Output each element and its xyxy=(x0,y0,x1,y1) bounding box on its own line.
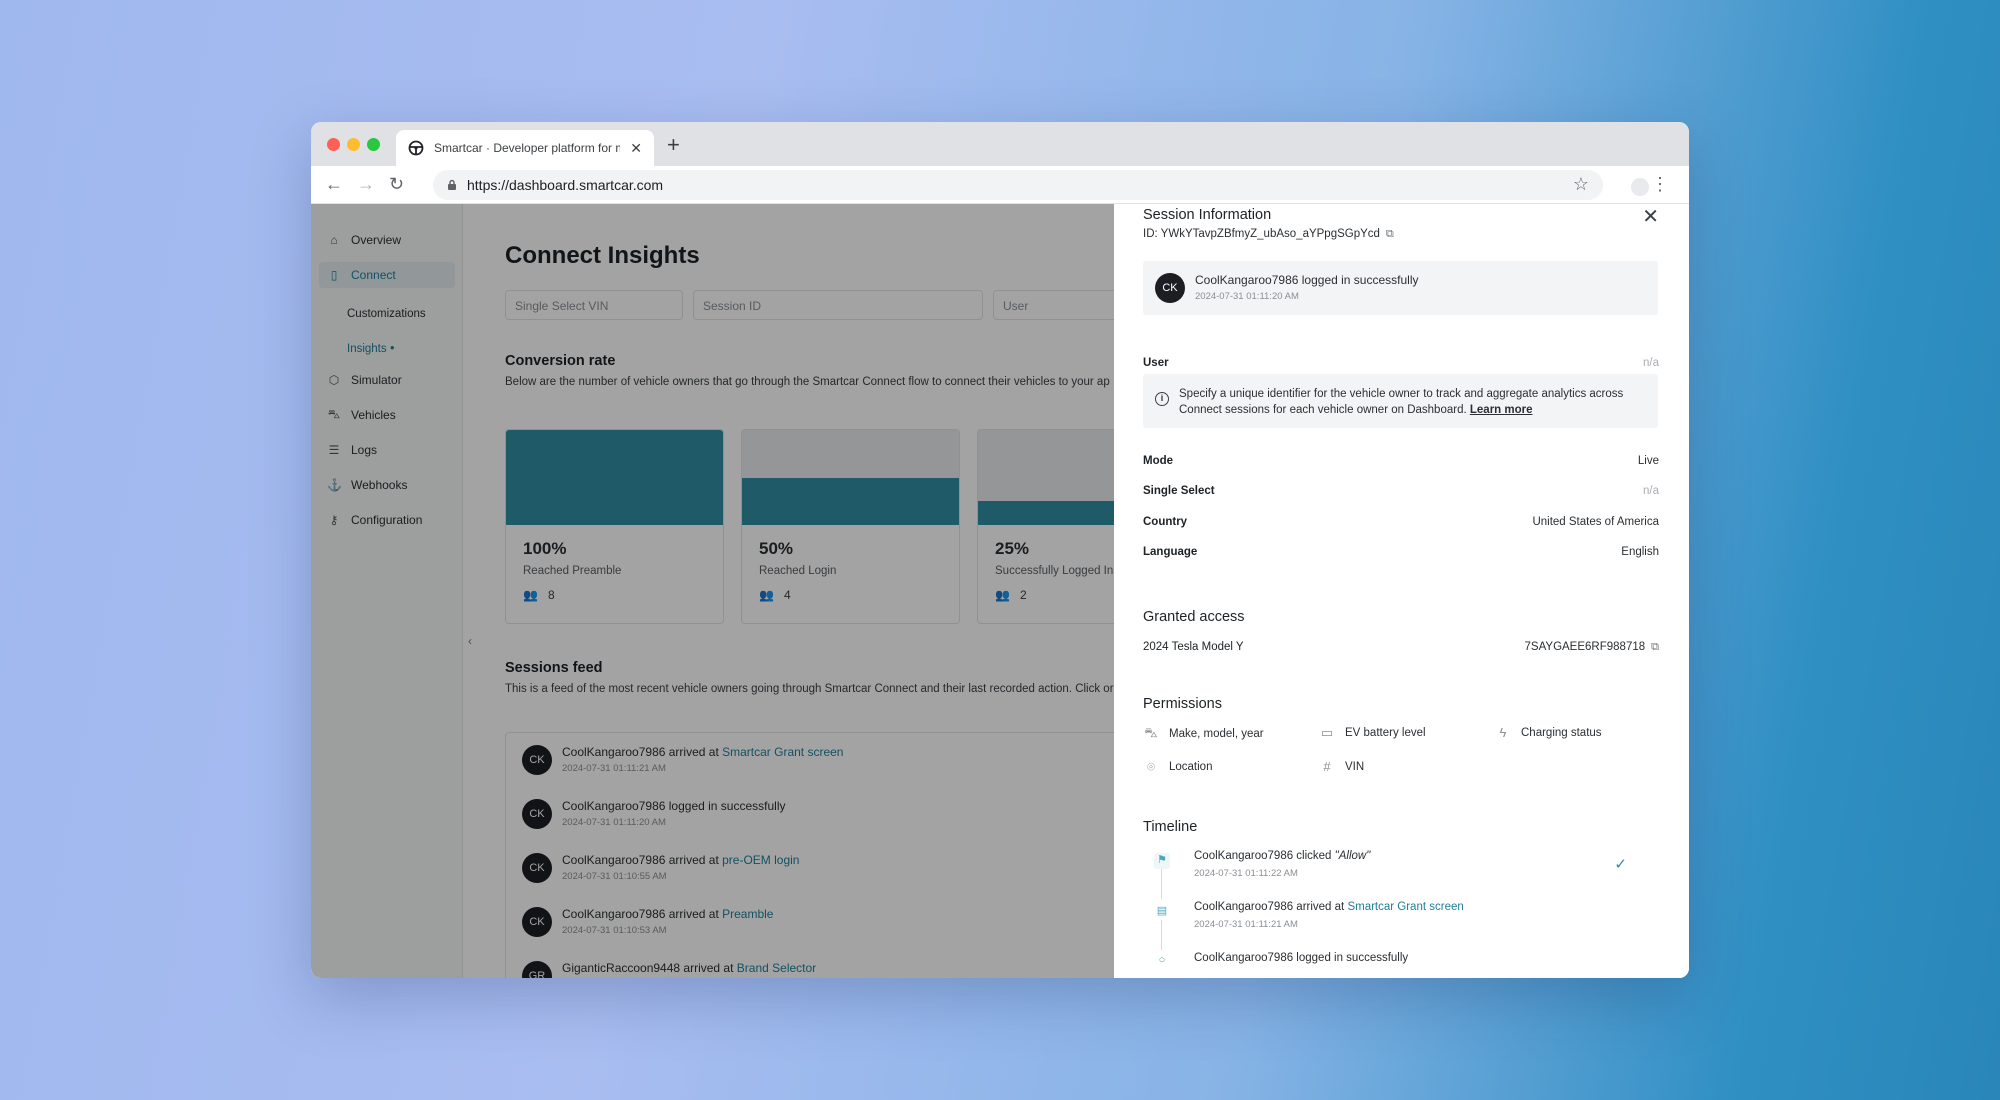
browser-window: Smartcar · Developer platform for mo ✕ +… xyxy=(311,122,1689,978)
dashboard-page: ⌂ Overview ▯ Connect Customizations Insigh… xyxy=(311,204,1689,978)
tab-strip: Smartcar · Developer platform for mo ✕ + xyxy=(311,122,1689,166)
info-text: Specify a unique identifier for the vehi… xyxy=(1179,388,1624,416)
timeline-time: 2024-07-31 01:11:22 AM xyxy=(1194,868,1298,879)
steering-wheel-icon xyxy=(408,140,424,156)
permission-label: VIN xyxy=(1345,760,1365,773)
timeline-item: CoolKangaroo7986 clicked "Allow" 2024-07… xyxy=(1194,850,1370,879)
event-text: CoolKangaroo7986 logged in successfully xyxy=(1195,273,1419,287)
timeline-title: Timeline xyxy=(1143,819,1198,835)
permission-item: ⌾ Location xyxy=(1143,759,1212,775)
session-drawer: Session Information ✕ ID: YWkYTavpZBfmyZ… xyxy=(1114,204,1689,978)
profile-avatar[interactable] xyxy=(1631,178,1649,196)
tab-close-icon[interactable]: ✕ xyxy=(630,140,642,157)
close-icon[interactable]: ✕ xyxy=(1642,204,1659,229)
permission-label: Charging status xyxy=(1521,726,1602,739)
copy-icon[interactable]: ⧉ xyxy=(1651,641,1659,654)
single-select-value: n/a xyxy=(1643,485,1659,497)
timeline-emphasis: "Allow" xyxy=(1334,850,1371,862)
single-select-label: Single Select xyxy=(1143,485,1215,497)
timeline-text: CoolKangaroo7986 arrived at xyxy=(1194,901,1348,913)
browser-menu-icon[interactable]: ⋮ xyxy=(1651,174,1669,195)
mode-value: Live xyxy=(1637,455,1659,467)
drawer-title: Session Information xyxy=(1143,207,1272,223)
permissions-title: Permissions xyxy=(1143,696,1222,712)
language-label: Language xyxy=(1143,546,1198,558)
timeline-connector xyxy=(1161,869,1162,899)
circle-icon: ○ xyxy=(1158,954,1166,966)
hash-icon: # xyxy=(1323,759,1331,774)
check-icon: ✓ xyxy=(1614,856,1627,873)
timeline-link[interactable]: Smartcar Grant screen xyxy=(1347,901,1463,913)
user-info-box: i Specify a unique identifier for the ve… xyxy=(1143,374,1658,428)
permission-label: Location xyxy=(1169,761,1213,773)
vin-text: 7SAYGAEE6RF988718 xyxy=(1524,641,1646,653)
country-value: United States of America xyxy=(1532,516,1659,528)
lock-icon xyxy=(448,179,456,190)
copy-icon[interactable]: ⧉ xyxy=(1386,228,1394,241)
flag-icon: ⚑ xyxy=(1154,853,1170,869)
info-icon: i xyxy=(1155,392,1169,406)
minimize-window-button[interactable] xyxy=(347,138,360,151)
back-icon[interactable]: ← xyxy=(325,174,343,195)
lightning-icon: ϟ xyxy=(1499,725,1507,740)
modal-overlay[interactable] xyxy=(311,204,1114,978)
reload-icon[interactable]: ↻ xyxy=(389,174,404,195)
learn-more-link[interactable]: Learn more xyxy=(1470,404,1533,416)
language-value: English xyxy=(1621,546,1659,558)
timeline-item: CoolKangaroo7986 arrived at Smartcar Gra… xyxy=(1194,901,1464,930)
bookmark-star-icon[interactable]: ☆ xyxy=(1573,174,1589,195)
latest-event: CK CoolKangaroo7986 logged in successful… xyxy=(1143,261,1658,315)
tab-title: Smartcar · Developer platform for mo xyxy=(434,141,621,155)
browser-toolbar: ← → ↻ https://dashboard.smartcar.com ☆ xyxy=(311,166,1689,204)
browser-tab[interactable]: Smartcar · Developer platform for mo ✕ xyxy=(396,130,654,166)
maximize-window-button[interactable] xyxy=(367,138,380,151)
timeline-connector xyxy=(1161,920,1162,950)
permission-item: # VIN xyxy=(1319,759,1364,774)
session-id-text: ID: YWkYTavpZBfmyZ_ubAso_aYPpgSGpYcd xyxy=(1143,228,1380,240)
new-tab-button[interactable]: + xyxy=(667,132,680,158)
close-window-button[interactable] xyxy=(327,138,340,151)
permission-label: Make, model, year xyxy=(1169,728,1264,740)
granted-access-title: Granted access xyxy=(1143,609,1245,625)
country-label: Country xyxy=(1143,516,1188,528)
address-bar[interactable]: https://dashboard.smartcar.com ☆ xyxy=(433,170,1603,200)
battery-icon: ▭ xyxy=(1320,725,1334,740)
vehicle-name: 2024 Tesla Model Y xyxy=(1143,641,1244,653)
forward-icon[interactable]: → xyxy=(357,174,375,195)
vehicle-vin: 7SAYGAEE6RF988718 ⧉ xyxy=(1525,641,1659,654)
car-icon: ⛍ xyxy=(1144,725,1158,740)
screen-icon: ▤ xyxy=(1156,905,1168,917)
timeline-item: CoolKangaroo7986 logged in successfully xyxy=(1194,952,1408,964)
url-text: https://dashboard.smartcar.com xyxy=(467,177,664,193)
timeline-text: CoolKangaroo7986 logged in successfully xyxy=(1194,952,1409,964)
permission-label: EV battery level xyxy=(1345,727,1426,739)
session-id: ID: YWkYTavpZBfmyZ_ubAso_aYPpgSGpYcd ⧉ xyxy=(1143,228,1394,241)
event-time: 2024-07-31 01:11:20 AM xyxy=(1195,291,1299,302)
avatar: CK xyxy=(1155,273,1185,303)
user-label: User xyxy=(1143,357,1169,369)
permission-item: ▭ EV battery level xyxy=(1319,725,1426,741)
permission-item: ϟ Charging status xyxy=(1495,725,1602,740)
mode-label: Mode xyxy=(1143,455,1174,467)
user-value: n/a xyxy=(1643,357,1659,369)
timeline-time: 2024-07-31 01:11:21 AM xyxy=(1194,919,1298,930)
permission-item: ⛍ Make, model, year xyxy=(1143,725,1264,743)
timeline-text: CoolKangaroo7986 clicked xyxy=(1194,850,1335,862)
location-pin-icon: ⌾ xyxy=(1147,759,1155,774)
